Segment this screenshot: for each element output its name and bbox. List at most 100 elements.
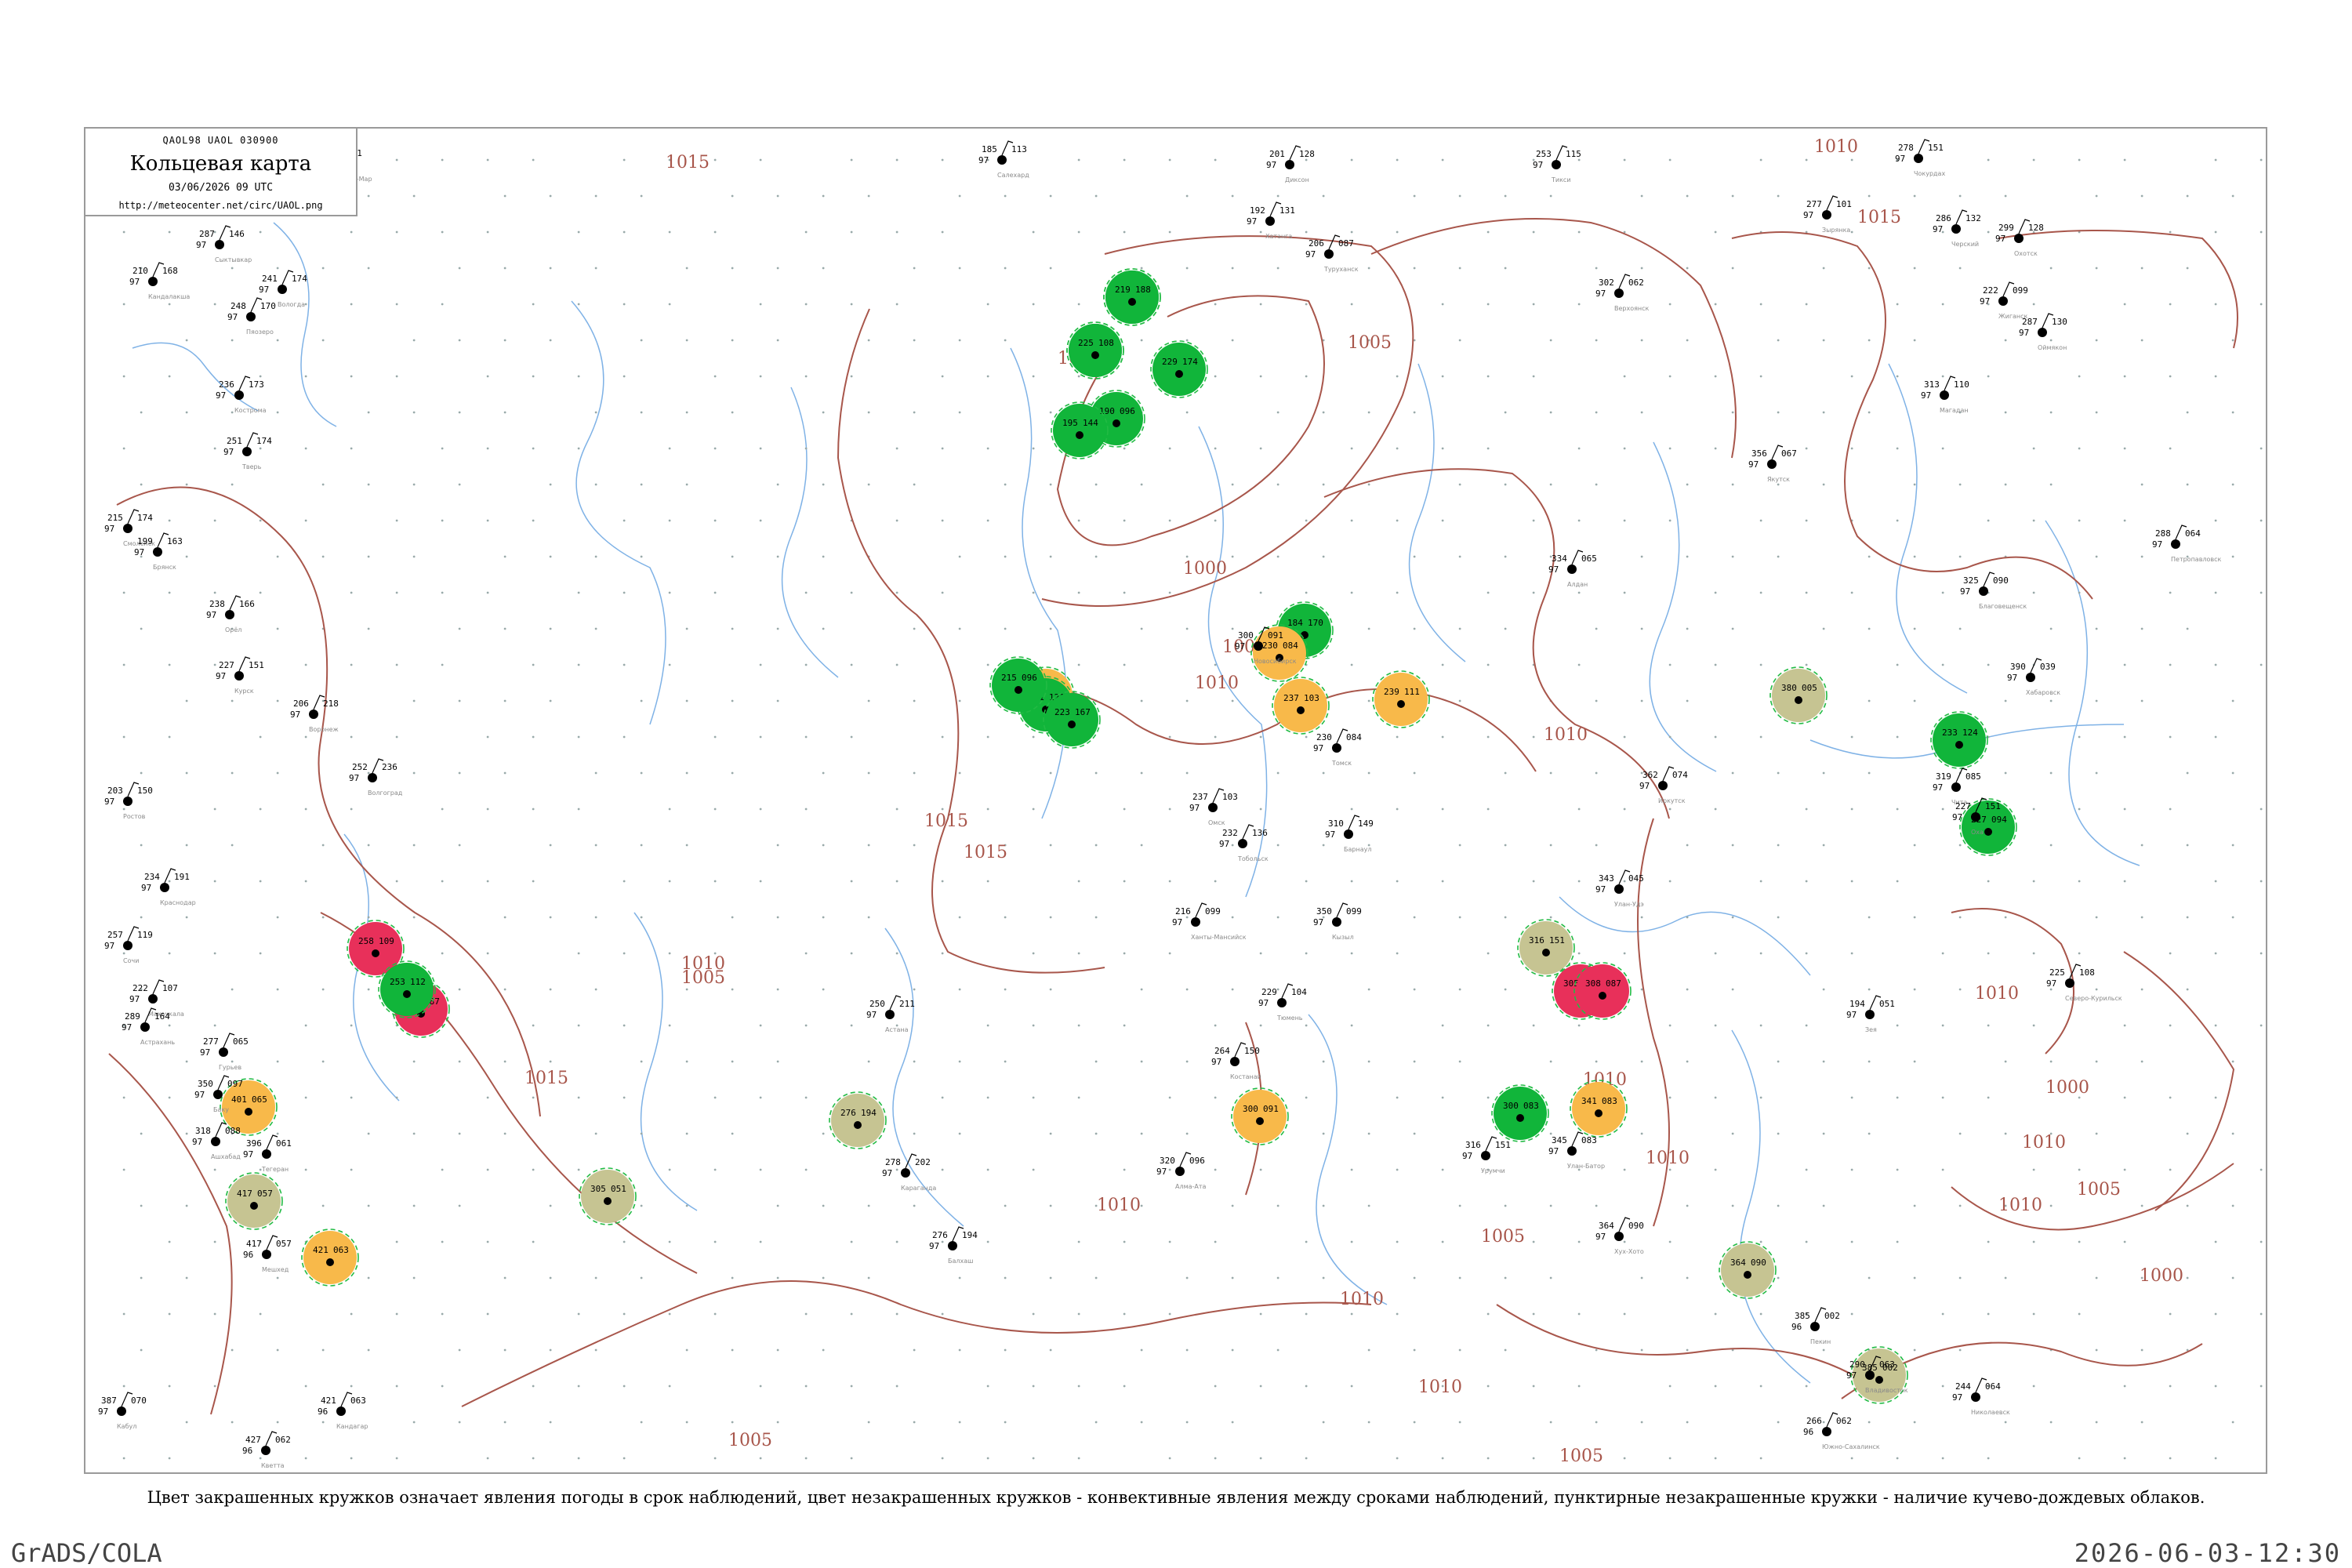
- station-dot: [1123, 447, 1126, 450]
- station-dot: [185, 483, 188, 486]
- weather-fill: [1519, 921, 1573, 975]
- weather-fill: [1572, 1082, 1625, 1135]
- station-dot: [1595, 339, 1598, 342]
- station-dot: [2140, 916, 2143, 919]
- cloud-cover-icon: [372, 949, 379, 957]
- station-dot: [1668, 1457, 1671, 1460]
- station-dot: [1850, 735, 1853, 739]
- station-dot: [731, 411, 734, 414]
- station-dot: [1396, 1457, 1399, 1460]
- station-dot: [850, 663, 853, 666]
- station-dot: [1577, 880, 1581, 883]
- cloud-cover-icon: [1516, 1114, 1524, 1122]
- isobar-label: 1005: [1481, 1227, 1525, 1247]
- station-pressure: 300: [1238, 630, 1254, 641]
- station-dot: [395, 1096, 398, 1099]
- station-dot: [486, 735, 489, 739]
- render-timestamp: 2026-06-03-12:30: [2074, 1538, 2341, 1568]
- station-pressure: 241: [262, 274, 278, 284]
- station-dot: [1577, 952, 1581, 955]
- cloud-cover-icon: [1068, 720, 1076, 728]
- station-dot: [1958, 555, 1962, 558]
- station-tendency: 107: [162, 983, 178, 993]
- station-dot: [986, 1168, 989, 1171]
- station-dot: [458, 267, 461, 270]
- station-dot: [1640, 1421, 1643, 1424]
- station-dot: [1168, 230, 1171, 234]
- station-dot: [1458, 1421, 1461, 1424]
- station-dot: [230, 988, 234, 991]
- station-dot: [2259, 303, 2263, 306]
- station-dot: [1958, 988, 1962, 991]
- station-dot: [1850, 158, 1853, 162]
- station-dot: [441, 1240, 444, 1243]
- station-dot: [395, 663, 398, 666]
- station-temperature: 97: [1533, 160, 1543, 170]
- station-dot: [1549, 771, 1552, 775]
- station-dot: [1759, 1240, 1762, 1243]
- station-plot: 28797146Сыктывкар: [196, 225, 252, 263]
- station-tendency: 061: [276, 1138, 292, 1149]
- station-dot: [2259, 591, 2263, 594]
- station-dot: [2078, 808, 2081, 811]
- weather-circle-olive: 305 051: [579, 1167, 637, 1225]
- station-tendency: 211: [899, 999, 915, 1009]
- station-dot: [276, 411, 279, 414]
- station-dot: [1413, 916, 1416, 919]
- station-dot: [458, 988, 461, 991]
- station-dot: [532, 1024, 535, 1027]
- station-dot: [2259, 1240, 2263, 1243]
- station-dot: [804, 1457, 808, 1460]
- station-tendency: 170: [260, 301, 276, 311]
- station-dot: [395, 1385, 398, 1388]
- station-dot: [1032, 1096, 1035, 1099]
- station-dot: [895, 808, 898, 811]
- station-dot: [1686, 1348, 1689, 1352]
- station-dot: [1396, 591, 1399, 594]
- station-dot: [1668, 880, 1671, 883]
- cloud-cover-icon: [1285, 160, 1294, 169]
- station-dot: [941, 1096, 944, 1099]
- cloud-cover-icon: [1230, 1057, 1240, 1066]
- station-dot: [1259, 447, 1262, 450]
- station-dot: [350, 303, 353, 306]
- station-dot: [958, 771, 961, 775]
- circle-pressure: 233: [1942, 728, 1958, 738]
- station-dot: [822, 555, 825, 558]
- station-dot: [2004, 411, 2007, 414]
- station-dot: [1259, 230, 1262, 234]
- station-dot: [549, 844, 552, 847]
- cloud-cover-icon: [1951, 224, 1961, 234]
- station-dot: [1714, 735, 1717, 739]
- station-dot: [622, 880, 626, 883]
- station-dot: [1123, 663, 1126, 666]
- station-dot: [2259, 1168, 2263, 1171]
- station-dot: [549, 194, 552, 198]
- station-dot: [304, 375, 307, 378]
- station-dot: [122, 1385, 125, 1388]
- station-dot: [1623, 952, 1626, 955]
- station-name: Магадан: [1940, 407, 1969, 414]
- station-dot: [1458, 555, 1461, 558]
- station-dot: [1896, 735, 1899, 739]
- station-dot: [577, 1457, 580, 1460]
- station-dot: [1140, 1132, 1143, 1135]
- station-dot: [1231, 988, 1234, 991]
- station-dot: [1032, 1457, 1035, 1460]
- isobar-label: 1010: [1646, 1149, 1690, 1168]
- station-temperature: 97: [1960, 586, 1970, 597]
- station-name: Ханты-Мансийск: [1191, 934, 1247, 941]
- station-dot: [804, 735, 808, 739]
- station-dot: [2004, 1060, 2007, 1063]
- station-dot: [913, 771, 916, 775]
- station-dot: [594, 916, 597, 919]
- cloud-cover-icon: [309, 710, 318, 719]
- station-dot: [1595, 411, 1598, 414]
- station-name: Благовещенск: [1979, 603, 2027, 610]
- station-dot: [1577, 808, 1581, 811]
- station-dot: [1623, 1312, 1626, 1316]
- station-plot: 27797101Зырянка: [1803, 195, 1852, 234]
- cloud-cover-icon: [1971, 812, 1980, 822]
- station-dot: [1549, 483, 1552, 486]
- station-dot: [503, 339, 506, 342]
